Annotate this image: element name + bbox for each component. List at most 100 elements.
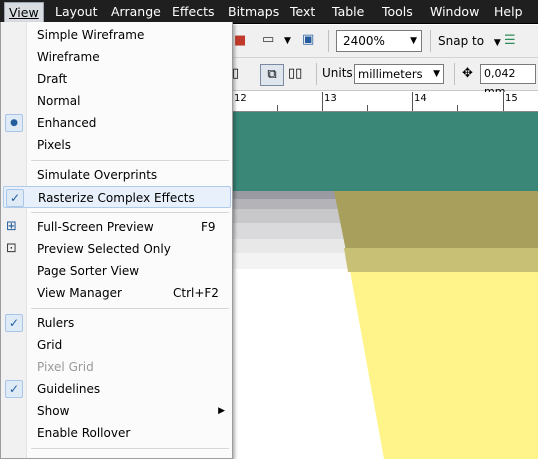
menu-effects[interactable]: Effects <box>168 3 219 21</box>
menu-item-label: Rasterize Complex Effects <box>38 191 195 205</box>
zoom-icon[interactable]: ▣ <box>302 32 314 48</box>
snap-to-label: Snap to <box>438 34 485 48</box>
chevron-down-icon: ▼ <box>493 38 501 48</box>
menu-item-view-manager[interactable]: View Manager Ctrl+F2 <box>3 282 231 304</box>
submenu-arrow-icon: ▶ <box>218 406 225 416</box>
units-label: Units: <box>322 66 357 80</box>
ruler-tick <box>457 105 458 111</box>
menu-item-label: Simulate Overprints <box>37 168 158 182</box>
menu-bar: View Layout Arrange Effects Bitmaps Text… <box>0 0 538 24</box>
menu-item-label: Pixel Grid <box>37 360 94 374</box>
ruler-label: 13 <box>324 93 337 104</box>
menu-item-label: Enable Rollover <box>37 426 131 440</box>
menu-item-rulers[interactable]: ✓ Rulers <box>3 312 231 334</box>
zoom-level-select[interactable]: 2400% ▼ <box>336 30 422 52</box>
ruler-tick <box>277 105 278 111</box>
menu-item-label: Normal <box>37 94 81 108</box>
menu-item-shortcut: Ctrl+F2 <box>173 286 219 300</box>
menu-item-label: Grid <box>37 338 63 352</box>
property-bar: ▯ ⧉ ▯▯ Units: millimeters ▼ ✥ 0,042 mm <box>232 58 538 98</box>
toolbar-separator <box>430 30 431 52</box>
page-frame-icon[interactable]: ▯ <box>232 66 239 82</box>
menu-item-pixels[interactable]: Pixels <box>3 134 231 156</box>
olive-shape-mid <box>344 248 538 272</box>
radio-dot-icon: ● <box>5 114 23 132</box>
chevron-down-icon: ▼ <box>433 69 440 79</box>
menu-item-label: Guidelines <box>37 382 101 396</box>
menu-separator <box>31 308 229 309</box>
menu-item-draft[interactable]: Draft <box>3 68 231 90</box>
menu-item-label: Show <box>37 404 70 418</box>
menu-item-enhanced[interactable]: ● Enhanced <box>3 112 231 134</box>
menu-help[interactable]: Help <box>490 3 527 21</box>
menu-layout[interactable]: Layout <box>51 3 102 21</box>
menu-item-label: Full-Screen Preview <box>37 220 154 234</box>
units-select[interactable]: millimeters ▼ <box>354 64 444 84</box>
menu-item-wireframe[interactable]: Wireframe <box>3 46 231 68</box>
toolbar-separator <box>316 63 317 85</box>
menu-item-show[interactable]: Show ▶ <box>3 400 231 422</box>
drawing-canvas[interactable] <box>232 112 538 459</box>
menu-window[interactable]: Window <box>426 3 483 21</box>
ruler-tick <box>503 92 504 111</box>
view-menu: Simple Wireframe Wireframe Draft Normal … <box>0 22 233 459</box>
horizontal-ruler[interactable]: 12 13 14 15 <box>232 92 538 112</box>
ruler-label: 14 <box>414 93 427 104</box>
menu-item-simulate-overprints[interactable]: Simulate Overprints <box>3 164 231 186</box>
menu-table[interactable]: Table <box>328 3 368 21</box>
menu-item-simple-wireframe[interactable]: Simple Wireframe <box>3 24 231 46</box>
options-icon[interactable]: ☰ <box>504 33 516 49</box>
nudge-icon: ✥ <box>462 66 473 81</box>
menu-bitmaps[interactable]: Bitmaps <box>224 3 283 21</box>
menu-item-label: Pixels <box>37 138 72 152</box>
menu-item-label: Preview Selected Only <box>37 242 171 256</box>
preview-selected-icon: ⊡ <box>6 241 17 256</box>
menu-item-full-screen-preview[interactable]: ⊞ Full-Screen Preview F9 <box>3 216 231 238</box>
menu-arrange[interactable]: Arrange <box>107 3 165 21</box>
toolbar-separator <box>454 63 455 85</box>
menu-item-guidelines[interactable]: ✓ Guidelines <box>3 378 231 400</box>
teal-band <box>232 112 538 191</box>
menu-item-grid[interactable]: Grid <box>3 334 231 356</box>
align-objects-icon[interactable]: ▯▯ <box>288 66 302 82</box>
checkmark-icon: ✓ <box>6 189 24 207</box>
ruler-label: 12 <box>234 93 247 104</box>
treat-as-filled-icon[interactable]: ⧉ <box>260 64 284 86</box>
menu-item-label: Simple Wireframe <box>37 28 145 42</box>
snap-to-button[interactable]: Snap to ▼ <box>438 30 501 52</box>
nudge-distance-input[interactable]: 0,042 mm <box>480 64 536 98</box>
menu-separator <box>31 448 229 449</box>
app-launcher-icon[interactable]: ■ <box>234 33 246 49</box>
menu-tools[interactable]: Tools <box>378 3 417 21</box>
menu-item-pixel-grid: Pixel Grid <box>3 356 231 378</box>
units-value: millimeters <box>358 67 423 81</box>
menu-item-normal[interactable]: Normal <box>3 90 231 112</box>
menu-item-label: Enhanced <box>37 116 97 130</box>
checkmark-icon: ✓ <box>5 380 23 398</box>
menu-item-label: Page Sorter View <box>37 264 140 278</box>
menu-view-label: View <box>9 5 39 20</box>
menu-view[interactable]: View <box>4 2 44 24</box>
toolbar-separator <box>328 30 329 52</box>
export-dropdown-icon[interactable]: ▼ <box>284 33 291 49</box>
menu-item-shortcut: F9 <box>201 220 216 234</box>
full-screen-preview-icon: ⊞ <box>6 219 17 234</box>
menu-item-preview-selected-only[interactable]: ⊡ Preview Selected Only <box>3 238 231 260</box>
menu-separator <box>31 160 229 161</box>
menu-item-label: Wireframe <box>37 50 100 64</box>
menu-item-enable-rollover[interactable]: Enable Rollover <box>3 422 231 444</box>
menu-text[interactable]: Text <box>286 3 319 21</box>
menu-item-label: View Manager <box>37 286 122 300</box>
ruler-label: 15 <box>505 93 518 104</box>
export-icon[interactable]: ▭ <box>262 32 274 48</box>
menu-item-label: Rulers <box>37 316 75 330</box>
menu-item-label: Draft <box>37 72 68 86</box>
chevron-down-icon: ▼ <box>410 36 417 46</box>
checkmark-icon: ✓ <box>5 314 23 332</box>
ruler-tick <box>367 105 368 111</box>
olive-shape <box>334 191 538 256</box>
menu-item-rasterize-complex-effects[interactable]: ✓ Rasterize Complex Effects <box>3 186 231 208</box>
menu-item-page-sorter-view[interactable]: Page Sorter View <box>3 260 231 282</box>
canvas-artwork <box>232 112 538 459</box>
ruler-tick <box>412 92 413 111</box>
